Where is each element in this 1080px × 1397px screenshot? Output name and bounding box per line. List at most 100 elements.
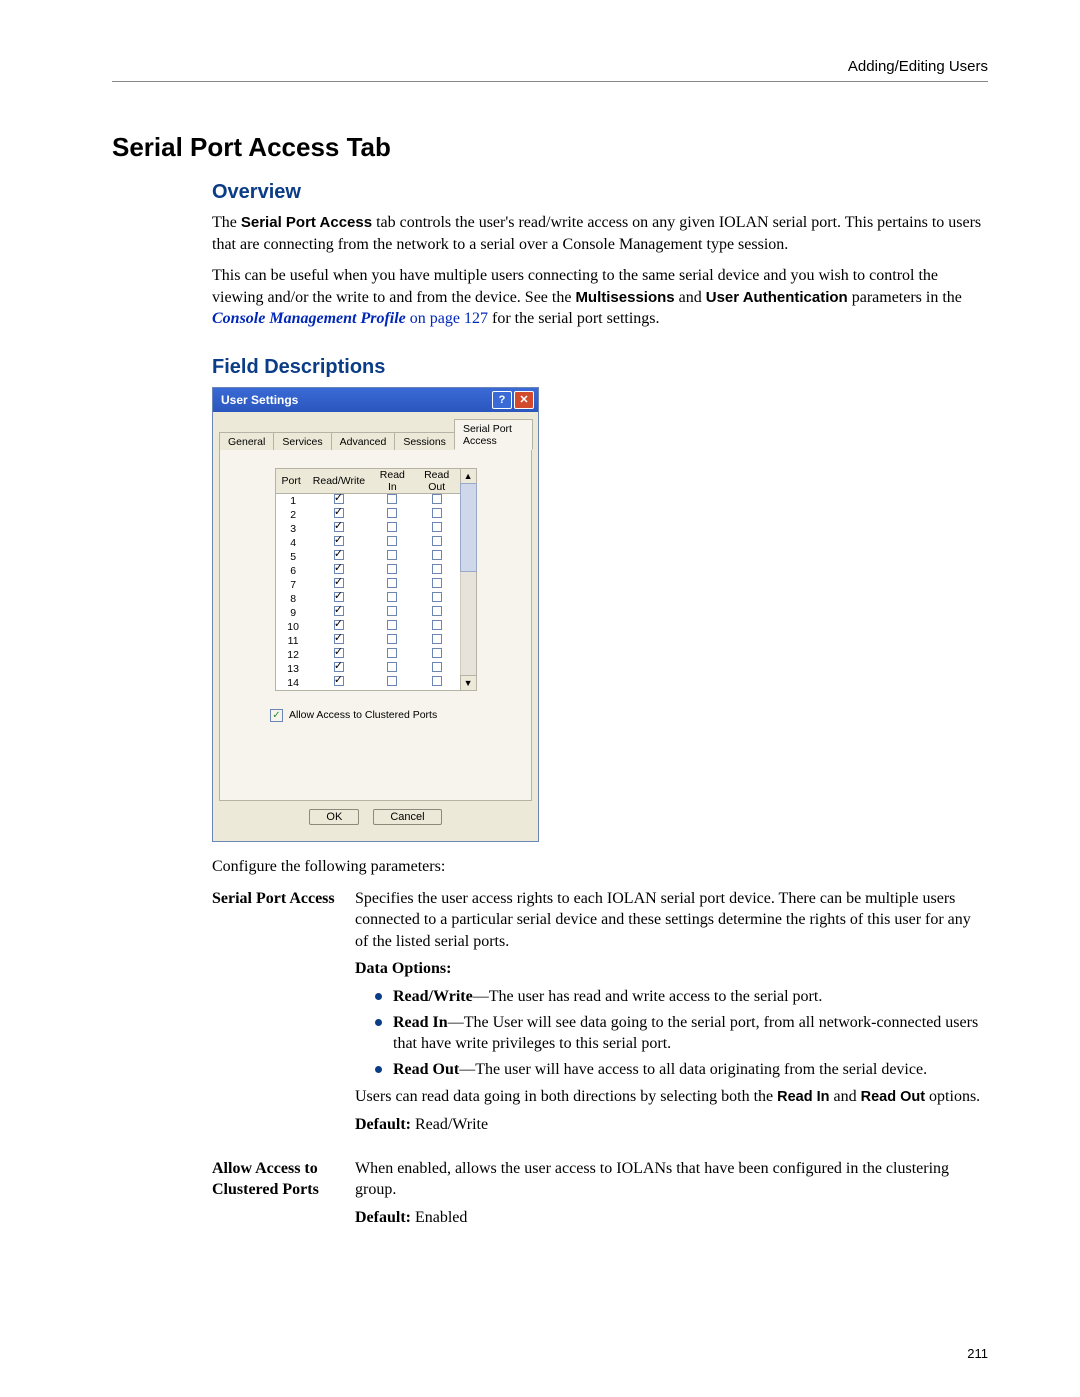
readout-checkbox[interactable] [432,648,442,658]
scroll-thumb[interactable] [460,483,477,572]
tab-serial-port-access[interactable]: Serial Port Access [454,419,533,450]
configure-parameters-line: Configure the following parameters: [212,856,988,878]
readwrite-checkbox[interactable] [334,564,344,574]
readout-checkbox[interactable] [432,550,442,560]
tab-services[interactable]: Services [273,432,331,450]
readout-cell [414,648,460,662]
overview-heading: Overview [212,181,988,204]
allow-clustered-ports-checkbox[interactable]: ✓ [270,709,283,722]
readout-checkbox[interactable] [432,494,442,504]
readwrite-checkbox[interactable] [334,536,344,546]
cluster-default-label: Default: [355,1209,411,1226]
readout-checkbox[interactable] [432,620,442,630]
table-row: 11 [276,634,460,648]
dialog-title: User Settings [221,393,298,407]
readwrite-checkbox[interactable] [334,550,344,560]
readwrite-checkbox[interactable] [334,494,344,504]
port-number-cell: 5 [276,550,307,564]
readwrite-checkbox[interactable] [334,592,344,602]
readout-checkbox[interactable] [432,592,442,602]
port-number-cell: 7 [276,578,307,592]
port-number-cell: 12 [276,648,307,662]
readin-cell [371,676,413,690]
readout-checkbox[interactable] [432,662,442,672]
readin-checkbox[interactable] [387,662,397,672]
readwrite-checkbox[interactable] [334,606,344,616]
table-row: 13 [276,662,460,676]
table-row: 12 [276,648,460,662]
readout-cell [414,493,460,508]
dialog-titlebar: User Settings ? ✕ [213,388,538,412]
close-button[interactable]: ✕ [514,391,534,409]
readout-checkbox[interactable] [432,522,442,532]
user-settings-dialog: User Settings ? ✕ General Services Advan… [212,387,539,842]
col-readout: Read Out [414,469,460,494]
readin-checkbox[interactable] [387,522,397,532]
readin-cell [371,578,413,592]
overview-para2: This can be useful when you have multipl… [212,265,988,330]
ok-button[interactable]: OK [309,809,359,825]
readin-checkbox[interactable] [387,578,397,588]
desc-both-directions: Users can read data going in both direct… [355,1086,988,1108]
allow-clustered-ports-label: Allow Access to Clustered Ports [289,709,437,721]
tab-general[interactable]: General [219,432,274,450]
overview-p2-post: for the serial port settings. [488,310,660,327]
readout-checkbox[interactable] [432,578,442,588]
help-button[interactable]: ? [492,391,512,409]
readin-checkbox[interactable] [387,536,397,546]
readout-cell [414,592,460,606]
readin-checkbox[interactable] [387,508,397,518]
readwrite-checkbox[interactable] [334,620,344,630]
readin-checkbox[interactable] [387,620,397,630]
grid-scrollbar[interactable]: ▲ ▼ [460,469,476,690]
readwrite-checkbox[interactable] [334,662,344,672]
table-row: 8 [276,592,460,606]
readin-checkbox[interactable] [387,494,397,504]
table-row: 14 [276,676,460,690]
readout-checkbox[interactable] [432,536,442,546]
opt-rout-text: —The user will have access to all data o… [459,1061,927,1078]
data-options-label: Data Options: [355,960,451,977]
readin-cell [371,634,413,648]
readin-checkbox[interactable] [387,550,397,560]
port-number-cell: 10 [276,620,307,634]
tab-sessions[interactable]: Sessions [394,432,455,450]
table-row: 2 [276,508,460,522]
breadcrumb: Adding/Editing Users [112,58,988,82]
port-number-cell: 6 [276,564,307,578]
readin-checkbox[interactable] [387,606,397,616]
readout-checkbox[interactable] [432,676,442,686]
console-mgmt-profile-link[interactable]: Console Management Profile [212,310,406,327]
scroll-down-icon[interactable]: ▼ [460,675,477,691]
readin-checkbox[interactable] [387,592,397,602]
readwrite-checkbox[interactable] [334,634,344,644]
readout-checkbox[interactable] [432,606,442,616]
readwrite-checkbox[interactable] [334,676,344,686]
readwrite-checkbox[interactable] [334,522,344,532]
cancel-button[interactable]: Cancel [373,809,441,825]
scroll-up-icon[interactable]: ▲ [460,468,477,484]
readout-checkbox[interactable] [432,564,442,574]
readin-checkbox[interactable] [387,648,397,658]
readin-checkbox[interactable] [387,634,397,644]
opt-readin: Read In—The User will see data going to … [375,1012,988,1055]
section-title: Serial Port Access Tab [112,132,988,163]
readwrite-checkbox[interactable] [334,648,344,658]
readin-cell [371,564,413,578]
port-number-cell: 14 [276,676,307,690]
readin-checkbox[interactable] [387,564,397,574]
readout-cell [414,620,460,634]
opt-rin-bold: Read In [393,1014,448,1031]
readout-checkbox[interactable] [432,508,442,518]
both-b1: Read In [777,1089,829,1105]
readout-cell [414,522,460,536]
readwrite-checkbox[interactable] [334,578,344,588]
readin-checkbox[interactable] [387,676,397,686]
port-number-cell: 8 [276,592,307,606]
port-number-cell: 4 [276,536,307,550]
readout-checkbox[interactable] [432,634,442,644]
overview-para1: The Serial Port Access tab controls the … [212,212,988,255]
readwrite-checkbox[interactable] [334,508,344,518]
readout-cell [414,536,460,550]
tab-advanced[interactable]: Advanced [331,432,396,450]
